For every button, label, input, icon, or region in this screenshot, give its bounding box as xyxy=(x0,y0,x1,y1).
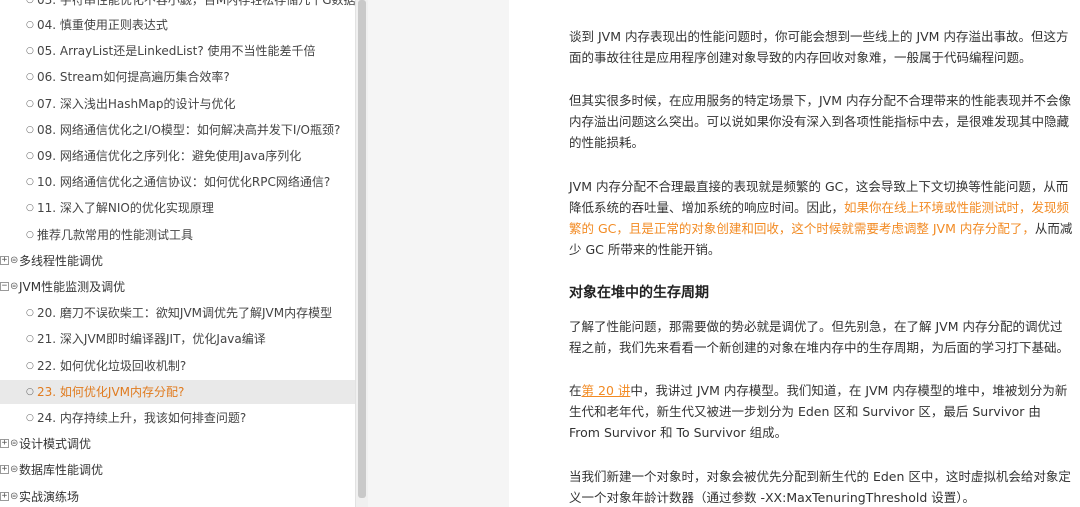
tree-expander-icon[interactable]: + xyxy=(0,255,9,265)
sidebar-item[interactable]: ○ 22. 如何优化垃圾回收机制? xyxy=(0,354,355,378)
tree-expander-icon[interactable]: + xyxy=(0,439,9,449)
sidebar-item-label: 03. 字符串性能优化不容小觑，百M内存轻松存储几十G数据 xyxy=(37,0,355,7)
tree-expander-icon[interactable]: + xyxy=(0,465,9,475)
sidebar-item-label: 05. ArrayList还是LinkedList? 使用不当性能差千倍 xyxy=(37,44,316,59)
paragraph-5-text-b: 中，我讲过 JVM 内存模型。我们知道，在 JVM 内存模型的堆中，堆被划分为新… xyxy=(569,383,1068,440)
sidebar-item-label: 11. 深入了解NIO的优化实现原理 xyxy=(37,201,214,216)
sidebar-item-label: 07. 深入浅出HashMap的设计与优化 xyxy=(37,96,236,111)
bullet-icon: ○ xyxy=(26,98,34,109)
sidebar-group[interactable]: + ⊜ 数据库性能调优 xyxy=(0,458,355,482)
bullet-icon: ○ xyxy=(26,386,34,397)
sidebar-item[interactable]: ○ 06. Stream如何提高遍历集合效率? xyxy=(0,65,355,89)
bullet-icon: ○ xyxy=(26,229,34,240)
sidebar-item-label: 20. 磨刀不误砍柴工：欲知JVM调优先了解JVM内存模型 xyxy=(37,306,333,321)
bullet-icon: ○ xyxy=(26,0,34,5)
paragraph-5-text-a: 在 xyxy=(569,383,582,398)
folder-icon: ⊜ xyxy=(10,254,19,266)
bullet-icon: ○ xyxy=(26,203,34,214)
sidebar-scrollbar[interactable] xyxy=(355,0,368,507)
sidebar-item-label: 08. 网络通信优化之I/O模型：如何解决高并发下I/O瓶颈? xyxy=(37,122,341,137)
sidebar-item-label: 06. Stream如何提高遍历集合效率? xyxy=(37,70,230,85)
sidebar-item-label: 推荐几款常用的性能测试工具 xyxy=(37,227,194,242)
folder-icon: ⊜ xyxy=(10,464,19,476)
tree-expander-icon[interactable]: − xyxy=(0,282,9,291)
bullet-icon: ○ xyxy=(26,151,34,161)
sidebar-item-label: 10. 网络通信优化之通信协议：如何优化RPC网络通信? xyxy=(37,175,331,190)
folder-icon: ⊜ xyxy=(10,438,19,450)
sidebar-group[interactable]: + ⊜ 实战演练场 xyxy=(0,485,355,507)
article-content: 谈到 JVM 内存表现出的性能问题时，你可能会想到一些线上的 JVM 内存溢出事… xyxy=(509,0,1080,507)
bullet-icon: ○ xyxy=(26,413,34,423)
sidebar-item-label: 09. 网络通信优化之序列化：避免使用Java序列化 xyxy=(37,149,302,163)
sidebar-item[interactable]: ○ 10. 网络通信优化之通信协议：如何优化RPC网络通信? xyxy=(0,170,355,194)
tree-expander-icon[interactable]: + xyxy=(0,491,9,501)
sidebar-item[interactable]: ○ 21. 深入JVM即时编译器JIT，优化Java编译 xyxy=(0,327,355,351)
bullet-icon: ○ xyxy=(26,308,34,319)
bullet-icon: ○ xyxy=(26,334,34,345)
article-paragraph-4: 了解了性能问题，那需要做的势必就是调优了。但先别急，在了解 JVM 内存分配的调… xyxy=(569,319,1070,355)
sidebar-item[interactable]: ○ 24. 内存持续上升，我该如何排查问题? xyxy=(0,406,355,430)
sidebar-item-label: 21. 深入JVM即时编译器JIT，优化Java编译 xyxy=(37,332,266,347)
sidebar-item[interactable]: ○ 20. 磨刀不误砍柴工：欲知JVM调优先了解JVM内存模型 xyxy=(0,301,355,325)
scrollbar-thumb[interactable] xyxy=(358,0,366,498)
bullet-icon: ○ xyxy=(26,46,34,57)
article-paragraph-2: 但其实很多时候，在应用服务的特定场景下，JVM 内存分配不合理带来的性能表现并不… xyxy=(569,93,1071,150)
sidebar-group-label: 设计模式调优 xyxy=(19,437,92,452)
content-gutter xyxy=(368,0,509,507)
sidebar-item[interactable]: ○ 09. 网络通信优化之序列化：避免使用Java序列化 xyxy=(0,144,355,168)
sidebar-item[interactable]: ○ 08. 网络通信优化之I/O模型：如何解决高并发下I/O瓶颈? xyxy=(0,118,355,142)
sidebar-item[interactable]: ○ 推荐几款常用的性能测试工具 xyxy=(0,223,355,247)
sidebar-item-label: 22. 如何优化垃圾回收机制? xyxy=(37,358,187,373)
folder-icon: ⊜ xyxy=(10,281,19,292)
sidebar-item-label: 04. 慎重使用正则表达式 xyxy=(37,18,168,32)
bullet-icon: ○ xyxy=(26,360,34,371)
bullet-icon: ○ xyxy=(26,20,34,30)
article-paragraph-3: JVM 内存分配不合理最直接的表现就是频繁的 GC，这会导致上下文切换等性能问题… xyxy=(569,176,1074,260)
sidebar-group[interactable]: − ⊜ JVM性能监测及调优 xyxy=(0,275,355,299)
chapter-sidebar: ○ 03. 字符串性能优化不容小觑，百M内存轻松存储几十G数据 ○ 04. 慎重使用正… xyxy=(0,0,355,507)
sidebar-group-label: 实战演练场 xyxy=(19,489,80,504)
article-paragraph-1: 谈到 JVM 内存表现出的性能问题时，你可能会想到一些线上的 JVM 内存溢出事… xyxy=(569,29,1069,65)
bullet-icon: ○ xyxy=(26,124,34,135)
bullet-icon: ○ xyxy=(26,177,34,188)
sidebar-group-label: 多线程性能调优 xyxy=(19,253,104,268)
folder-icon: ⊜ xyxy=(10,490,19,502)
sidebar-item[interactable]: ○ 07. 深入浅出HashMap的设计与优化 xyxy=(0,92,355,116)
sidebar-item-label: 24. 内存持续上升，我该如何排查问题? xyxy=(37,411,247,425)
section-heading: 对象在堆中的生存周期 xyxy=(569,285,709,301)
article-paragraph-5: 在第 20 讲中，我讲过 JVM 内存模型。我们知道，在 JVM 内存模型的堆中… xyxy=(569,380,1074,443)
sidebar-group[interactable]: + ⊜ 设计模式调优 xyxy=(0,432,355,456)
sidebar-group-label: 数据库性能调优 xyxy=(19,463,104,478)
article-paragraph-6: 当我们新建一个对象时，对象会被优先分配到新生代的 Eden 区中，这时虚拟机会给… xyxy=(569,469,1071,505)
sidebar-item-clipped[interactable]: ○ 03. 字符串性能优化不容小觑，百M内存轻松存储几十G数据 xyxy=(0,0,355,10)
sidebar-item-label: 23. 如何优化JVM内存分配? xyxy=(37,384,185,399)
sidebar-item[interactable]: ○ 05. ArrayList还是LinkedList? 使用不当性能差千倍 xyxy=(0,39,355,63)
sidebar-item[interactable]: ○ 04. 慎重使用正则表达式 xyxy=(0,13,355,37)
lecture-20-link[interactable]: 第 20 讲 xyxy=(582,383,631,398)
sidebar-item[interactable]: ○ 23. 如何优化JVM内存分配? xyxy=(0,379,355,404)
sidebar-item[interactable]: ○ 11. 深入了解NIO的优化实现原理 xyxy=(0,196,355,220)
sidebar-group[interactable]: + ⊜ 多线程性能调优 xyxy=(0,249,355,273)
sidebar-group-label: JVM性能监测及调优 xyxy=(19,280,126,294)
bullet-icon: ○ xyxy=(26,72,34,83)
